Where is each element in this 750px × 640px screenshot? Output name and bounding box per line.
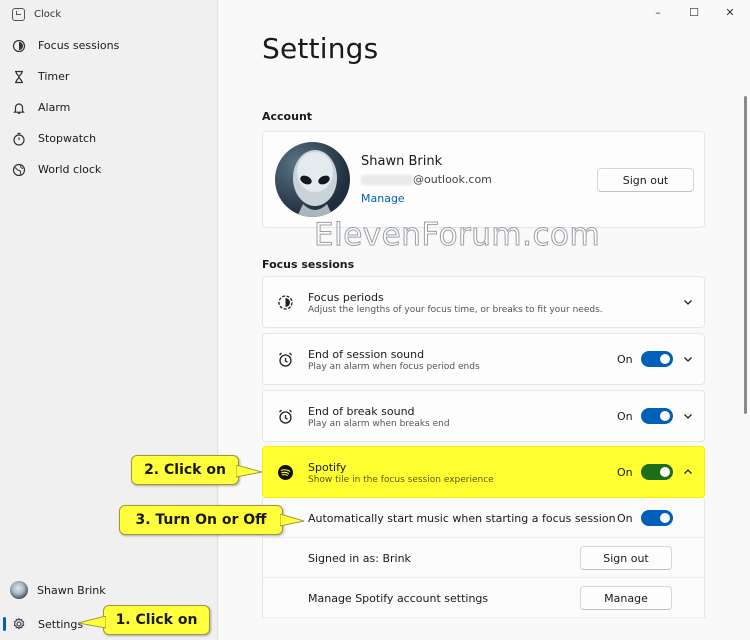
- toggle-state-label: On: [617, 466, 633, 479]
- manage-spotify-row: Manage Spotify account settings Manage: [262, 578, 705, 618]
- focus-icon: [12, 39, 26, 53]
- sidebar-nav: Focus sessions Timer Alarm Stopwatch Wor…: [0, 30, 218, 185]
- callout-step-3: 3. Turn On or Off: [119, 505, 304, 535]
- chevron-down-icon[interactable]: [681, 352, 695, 366]
- row-description: Adjust the lengths of your focus time, o…: [308, 305, 603, 315]
- sidebar-user-account[interactable]: Shawn Brink: [10, 581, 106, 599]
- callout-step-1: 1. Click on: [78, 605, 210, 635]
- row-description: Show tile in the focus session experienc…: [308, 475, 494, 485]
- sidebar-user-name: Shawn Brink: [37, 583, 106, 597]
- sidebar-item-label: Alarm: [38, 101, 71, 114]
- auto-start-music-label: Automatically start music when starting …: [308, 512, 616, 525]
- alarm-clock-icon: [279, 409, 292, 424]
- toggle-state-label: On: [617, 512, 633, 525]
- avatar: [275, 142, 350, 217]
- sidebar-item-label: Focus sessions: [38, 39, 120, 52]
- sidebar: Clock Focus sessions Timer Alarm Stopwat…: [0, 0, 218, 640]
- row-title: Focus periods: [308, 291, 384, 304]
- account-name: Shawn Brink: [361, 154, 443, 169]
- maximize-button[interactable]: ☐: [688, 6, 700, 19]
- spotify-icon: [278, 465, 293, 480]
- main-content: – ☐ ✕ Settings Account Shawn Brink @outl…: [219, 0, 750, 640]
- sidebar-item-stopwatch[interactable]: Stopwatch: [0, 123, 218, 154]
- callout-text: 1. Click on: [115, 612, 198, 628]
- auto-start-music-row: Automatically start music when starting …: [262, 498, 705, 538]
- callout-pointer: [78, 616, 106, 629]
- sidebar-item-focus-sessions[interactable]: Focus sessions: [0, 30, 218, 61]
- callout-pointer: [280, 514, 304, 527]
- end-of-break-sound-row[interactable]: End of break sound Play an alarm when br…: [262, 390, 705, 442]
- account-sign-out-button[interactable]: Sign out: [597, 168, 694, 192]
- sidebar-item-alarm[interactable]: Alarm: [0, 92, 218, 123]
- focus-periods-row[interactable]: Focus periods Adjust the lengths of your…: [262, 276, 705, 328]
- redacted-email-user: [361, 175, 413, 185]
- end-of-session-sound-toggle[interactable]: [641, 351, 673, 367]
- sidebar-item-label: Timer: [38, 70, 70, 83]
- spotify-toggle[interactable]: [641, 464, 673, 480]
- selection-indicator: [3, 617, 6, 631]
- manage-account-link[interactable]: Manage: [361, 192, 405, 205]
- gear-icon: [12, 617, 26, 631]
- app-title-bar: Clock: [12, 8, 61, 21]
- chevron-down-icon[interactable]: [681, 409, 695, 423]
- app-title: Clock: [34, 9, 62, 20]
- callout-text: 3. Turn On or Off: [135, 512, 267, 528]
- avatar: [10, 581, 28, 599]
- page-title: Settings: [262, 32, 379, 65]
- watermark: ElevenForum.com: [313, 217, 601, 254]
- row-title: End of break sound: [308, 405, 415, 418]
- hourglass-icon: [12, 70, 26, 84]
- callout-pointer: [236, 465, 262, 478]
- callout-text: 2. Click on: [144, 462, 226, 478]
- account-email: @outlook.com: [361, 173, 492, 186]
- manage-spotify-button[interactable]: Manage: [580, 586, 672, 610]
- stopwatch-icon: [12, 132, 26, 146]
- section-focus-sessions-label: Focus sessions: [262, 258, 355, 271]
- signed-in-label: Signed in as: Brink: [308, 552, 411, 565]
- toggle-state-label: On: [617, 353, 633, 366]
- sidebar-item-timer[interactable]: Timer: [0, 61, 218, 92]
- row-title: Spotify: [308, 461, 347, 474]
- chevron-down-icon[interactable]: [681, 295, 695, 309]
- section-account-label: Account: [262, 110, 313, 123]
- row-title: End of session sound: [308, 348, 425, 361]
- sidebar-item-label: Stopwatch: [38, 132, 97, 145]
- manage-spotify-label: Manage Spotify account settings: [308, 592, 489, 605]
- window-controls: – ☐ ✕: [652, 6, 736, 19]
- callout-step-2: 2. Click on: [131, 455, 262, 485]
- bell-icon: [12, 101, 26, 115]
- clock-app-icon: [12, 8, 25, 21]
- chevron-up-icon[interactable]: [681, 465, 695, 479]
- auto-start-music-toggle[interactable]: [641, 510, 673, 526]
- minimize-button[interactable]: –: [652, 6, 664, 19]
- sidebar-item-label: Settings: [38, 617, 84, 631]
- globe-icon: [12, 163, 26, 177]
- focus-icon: [278, 295, 293, 310]
- sidebar-item-world-clock[interactable]: World clock: [0, 154, 218, 185]
- alarm-clock-icon: [279, 352, 292, 367]
- spotify-sign-out-button[interactable]: Sign out: [580, 546, 672, 570]
- toggle-state-label: On: [617, 410, 633, 423]
- scrollbar[interactable]: [744, 96, 747, 414]
- close-button[interactable]: ✕: [724, 6, 736, 19]
- row-description: Play an alarm when focus period ends: [308, 362, 480, 372]
- account-card: Shawn Brink @outlook.com Manage Sign out: [262, 131, 705, 228]
- end-of-break-sound-toggle[interactable]: [641, 408, 673, 424]
- spotify-row[interactable]: Spotify Show tile in the focus session e…: [262, 446, 705, 498]
- signed-in-row: Signed in as: Brink Sign out: [262, 538, 705, 578]
- row-description: Play an alarm when breaks end: [308, 419, 450, 429]
- end-of-session-sound-row[interactable]: End of session sound Play an alarm when …: [262, 333, 705, 385]
- sidebar-item-label: World clock: [38, 163, 102, 176]
